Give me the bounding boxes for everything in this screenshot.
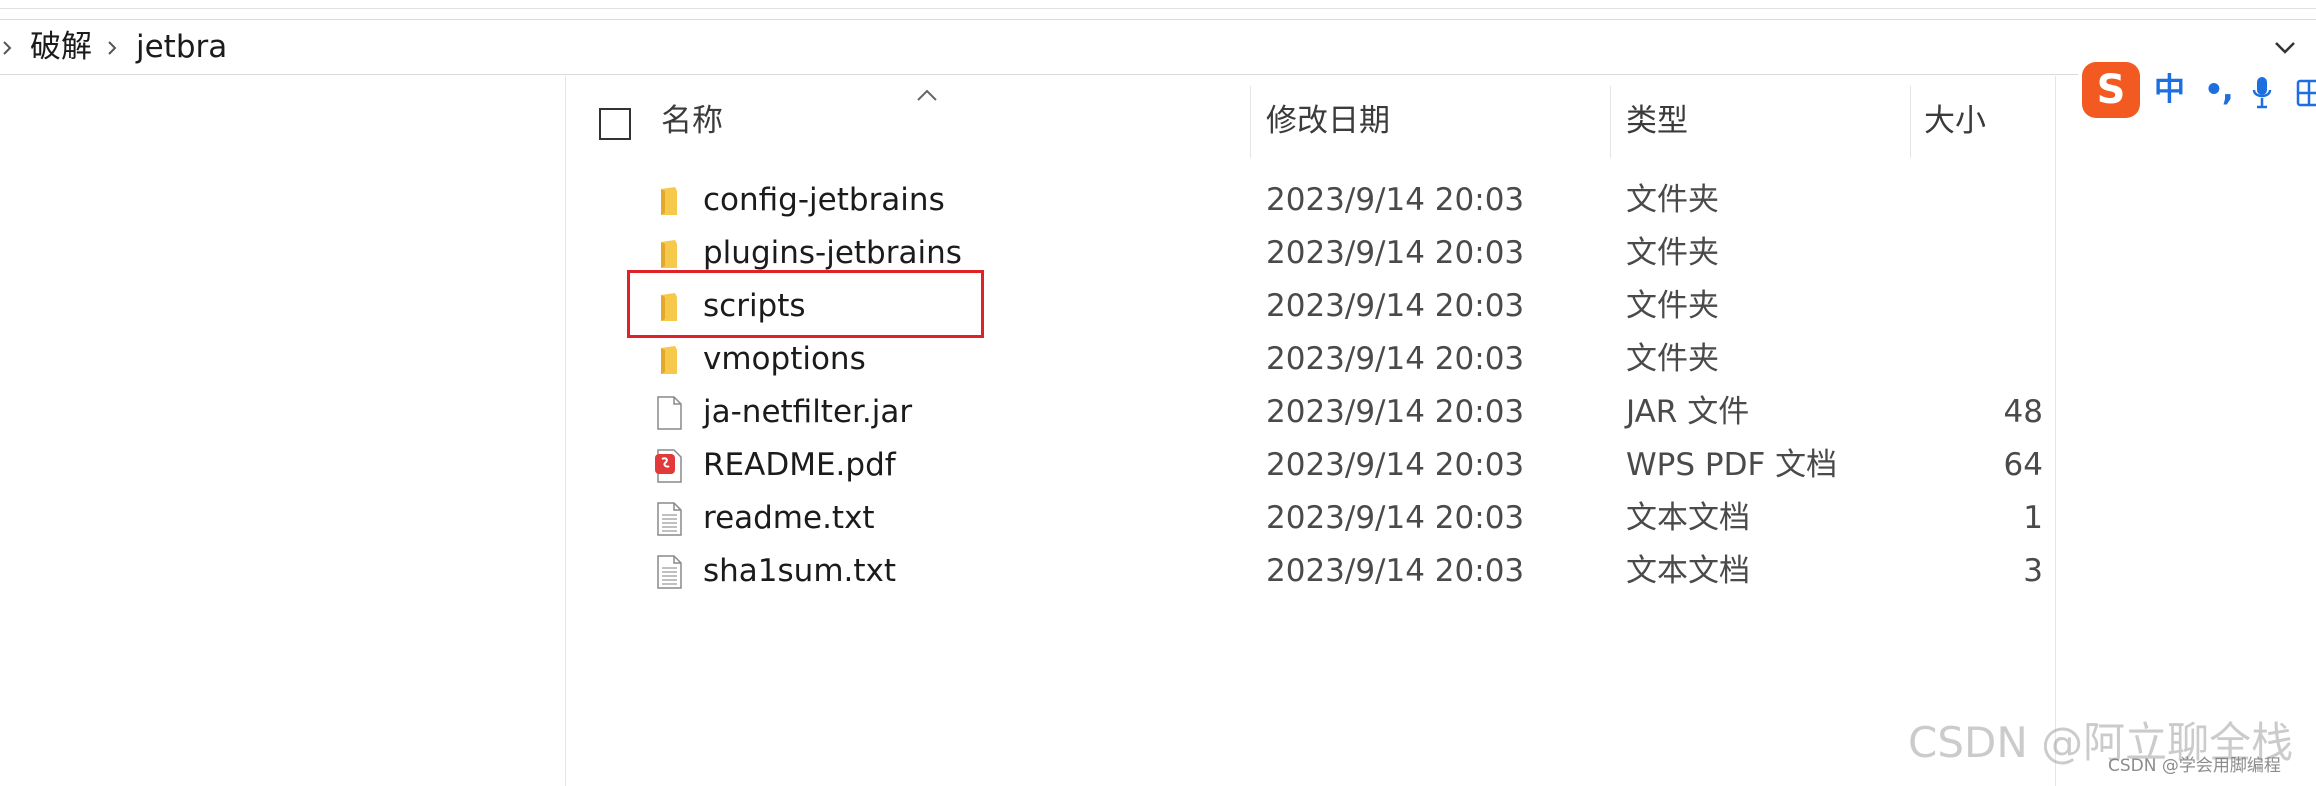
- breadcrumb-item-jetbra[interactable]: jetbra: [136, 30, 227, 64]
- file-type: 文件夹: [1626, 182, 1719, 218]
- address-history-chevron-down-icon[interactable]: [2270, 34, 2300, 62]
- navigation-pane[interactable]: [0, 76, 566, 786]
- ime-punctuation-toggle[interactable]: •,: [2204, 70, 2234, 110]
- address-bar[interactable]: 破解 jetbra: [0, 19, 2316, 75]
- file-size: 1: [2023, 500, 2043, 536]
- folder-icon: [661, 346, 677, 374]
- file-date: 2023/9/14 20:03: [1266, 447, 1525, 483]
- file-row-config-jetbrains[interactable]: config-jetbrains 2023/9/14 20:03 文件夹: [567, 174, 2057, 227]
- column-header-name[interactable]: 名称: [661, 101, 723, 141]
- file-date: 2023/9/14 20:03: [1266, 341, 1525, 377]
- file-row-readme-pdf[interactable]: README.pdf 2023/9/14 20:03 WPS PDF 文档 64: [567, 439, 2057, 492]
- column-divider[interactable]: [1910, 86, 1911, 158]
- file-name[interactable]: README.pdf: [703, 445, 896, 485]
- column-header-size[interactable]: 大小: [1924, 101, 1986, 141]
- text-file-icon: [657, 555, 682, 589]
- file-row-vmoptions[interactable]: vmoptions 2023/9/14 20:03 文件夹: [567, 333, 2057, 386]
- column-header-date[interactable]: 修改日期: [1266, 101, 1390, 141]
- file-size: 64: [2003, 447, 2043, 483]
- file-type: WPS PDF 文档: [1626, 447, 1838, 483]
- grid-icon[interactable]: [2296, 78, 2316, 108]
- file-type: 文件夹: [1626, 235, 1719, 271]
- file-date: 2023/9/14 20:03: [1266, 553, 1525, 589]
- sort-ascending-icon: [917, 89, 937, 101]
- file-type: JAR 文件: [1626, 394, 1750, 430]
- breadcrumb-item-pojie[interactable]: 破解: [30, 30, 92, 64]
- file-name[interactable]: ja-netfilter.jar: [703, 392, 912, 432]
- file-icon: [657, 396, 682, 430]
- window-top-edge: [0, 0, 2316, 9]
- breadcrumb-chevron-icon[interactable]: [105, 37, 119, 59]
- file-date: 2023/9/14 20:03: [1266, 500, 1525, 536]
- file-row-sha1sum-txt[interactable]: sha1sum.txt 2023/9/14 20:03 文本文档 3: [567, 545, 2057, 598]
- file-name[interactable]: readme.txt: [703, 498, 875, 538]
- select-all-checkbox[interactable]: [599, 108, 631, 140]
- watermark-small: CSDN @学会用脚编程: [2108, 756, 2281, 776]
- file-date: 2023/9/14 20:03: [1266, 235, 1525, 271]
- file-type: 文本文档: [1626, 553, 1750, 589]
- highlight-annotation-box: [627, 270, 984, 338]
- file-type: 文本文档: [1626, 500, 1750, 536]
- file-date: 2023/9/14 20:03: [1266, 182, 1525, 218]
- file-size: 3: [2023, 553, 2043, 589]
- file-row-ja-netfilter-jar[interactable]: ja-netfilter.jar 2023/9/14 20:03 JAR 文件 …: [567, 386, 2057, 439]
- file-name[interactable]: config-jetbrains: [703, 180, 945, 220]
- ime-mode-toggle[interactable]: 中: [2154, 70, 2185, 110]
- file-name[interactable]: vmoptions: [703, 339, 866, 379]
- microphone-icon[interactable]: [2252, 76, 2272, 110]
- file-type: 文件夹: [1626, 341, 1719, 377]
- file-type: 文件夹: [1626, 288, 1719, 324]
- file-size: 48: [2003, 394, 2043, 430]
- ime-logo-icon[interactable]: S: [2082, 62, 2140, 118]
- file-name[interactable]: sha1sum.txt: [703, 551, 896, 591]
- folder-icon: [661, 240, 677, 268]
- column-divider[interactable]: [1250, 86, 1251, 158]
- file-name[interactable]: plugins-jetbrains: [703, 233, 962, 273]
- text-file-icon: [657, 502, 682, 536]
- column-divider[interactable]: [1610, 86, 1611, 158]
- file-row-readme-txt[interactable]: readme.txt 2023/9/14 20:03 文本文档 1: [567, 492, 2057, 545]
- column-header-type[interactable]: 类型: [1626, 101, 1688, 141]
- pdf-icon: [655, 449, 682, 483]
- breadcrumb-chevron-icon[interactable]: [0, 37, 14, 59]
- file-date: 2023/9/14 20:03: [1266, 394, 1525, 430]
- folder-icon: [661, 187, 677, 215]
- file-date: 2023/9/14 20:03: [1266, 288, 1525, 324]
